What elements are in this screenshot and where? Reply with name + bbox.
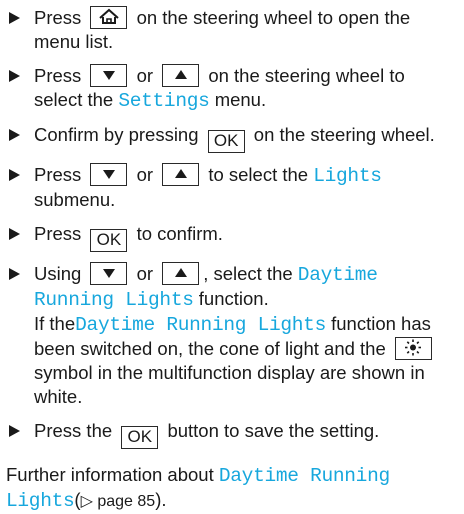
step-text: Confirm by pressing [34, 124, 199, 145]
step-text: function. [198, 288, 269, 309]
sun-light-icon [405, 339, 422, 356]
down-arrow-icon [102, 269, 115, 278]
note-text: symbol in the multifunction display are … [34, 362, 425, 407]
step-text: menu. [214, 89, 267, 110]
step-text: , select the [203, 263, 293, 284]
home-button-key [90, 6, 128, 29]
bullet-triangle-icon [9, 129, 20, 141]
up-button-key [162, 262, 200, 285]
step-7: Press the OK button to save the setting. [6, 419, 456, 449]
step-6: Using or , select the Daytime Running Li… [6, 262, 456, 409]
step-2: Press or on the steering wheel to select… [6, 64, 456, 113]
step-text: Press [34, 164, 82, 185]
step-text: Press the [34, 420, 113, 441]
down-button-key [90, 163, 128, 186]
up-arrow-icon [174, 169, 187, 178]
step-text: or [136, 164, 154, 185]
bullet-triangle-icon [9, 268, 20, 280]
up-button-key [162, 64, 200, 87]
step-text: or [136, 65, 154, 86]
footer-text: Further information about [6, 464, 214, 485]
daytime-running-lights-term: Daytime Running Lights [75, 314, 326, 336]
step-text: Using [34, 263, 82, 284]
step-text: Press [34, 65, 82, 86]
step-text: on the steering wheel. [253, 124, 435, 145]
instruction-page: Press on the steering wheel to open the … [0, 0, 464, 512]
settings-menu-term: Settings [118, 90, 210, 112]
bullet-triangle-icon [9, 70, 20, 82]
up-button-key [162, 163, 200, 186]
note-text: If the [34, 313, 76, 334]
step-1: Press on the steering wheel to open the … [6, 6, 456, 54]
bullet-triangle-icon [9, 228, 20, 240]
down-arrow-icon [102, 71, 115, 80]
ref-close: ). [155, 489, 167, 510]
step-text: Press [34, 223, 82, 244]
ok-button-key: OK [90, 229, 128, 252]
further-information: Further information about Daytime Runnin… [6, 463, 456, 514]
bullet-triangle-icon [9, 425, 20, 437]
step-text: to confirm. [136, 223, 223, 244]
light-symbol-key [394, 337, 432, 360]
up-arrow-icon [174, 70, 187, 79]
down-button-key [90, 64, 128, 87]
home-icon [99, 8, 119, 24]
page-reference[interactable]: page 85 [97, 493, 155, 510]
step-text: Press [34, 7, 82, 28]
step-3: Confirm by pressing OK on the steering w… [6, 123, 456, 153]
step-text: submenu. [34, 189, 116, 210]
step-text: button to save the setting. [167, 420, 380, 441]
step-text: to select the [208, 164, 309, 185]
ok-button-key: OK [207, 130, 245, 153]
step-text: or [136, 263, 154, 284]
page-reference-icon: ▷ [80, 493, 98, 510]
down-button-key [90, 262, 128, 285]
bullet-triangle-icon [9, 169, 20, 181]
step-4: Press or to select the Lights submenu. [6, 163, 456, 212]
step-6-note: If theDaytime Running Lights function ha… [34, 312, 456, 409]
bullet-triangle-icon [9, 12, 20, 24]
ok-button-key: OK [121, 426, 159, 449]
lights-submenu-term: Lights [313, 165, 382, 187]
up-arrow-icon [174, 268, 187, 277]
step-5: Press OK to confirm. [6, 222, 456, 252]
down-arrow-icon [102, 170, 115, 179]
